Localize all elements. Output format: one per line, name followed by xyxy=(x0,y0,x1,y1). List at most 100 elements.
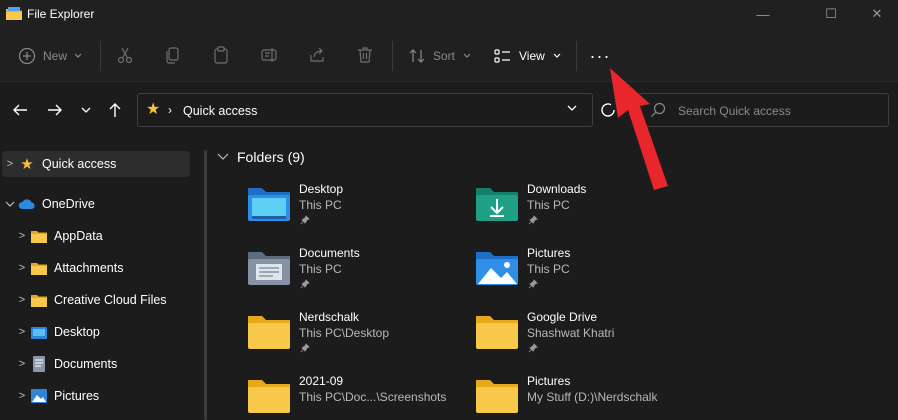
trash-icon xyxy=(358,47,372,63)
expand-chevron-icon[interactable]: > xyxy=(14,230,30,242)
title-bar: File Explorer — ☐ ✕ xyxy=(0,0,898,28)
search-input[interactable] xyxy=(678,102,878,120)
folder-name: Desktop xyxy=(299,182,344,196)
breadcrumb-chevron-icon: › xyxy=(168,103,172,117)
folder-name: Pictures xyxy=(527,246,571,260)
toolbar-separator xyxy=(576,41,577,71)
sidebar-item-label: OneDrive xyxy=(42,197,95,211)
toolbar-separator xyxy=(392,41,393,71)
chevron-down-icon xyxy=(553,53,561,58)
sidebar-item-appdata[interactable]: > AppData xyxy=(14,223,202,249)
folder-icon xyxy=(30,228,48,244)
delete-button[interactable] xyxy=(353,44,377,66)
chevron-down-icon xyxy=(74,53,82,58)
see-more-button[interactable]: ··· xyxy=(588,45,612,67)
sidebar-item-attachments[interactable]: > Attachments xyxy=(14,255,202,281)
search-icon xyxy=(651,102,666,117)
sort-button[interactable]: Sort xyxy=(409,45,471,67)
navigation-bar: ★ › Quick access xyxy=(0,82,898,138)
sidebar-item-label: AppData xyxy=(54,229,103,243)
expand-chevron-icon[interactable]: > xyxy=(14,358,30,370)
share-icon xyxy=(310,47,324,62)
add-circle-icon xyxy=(18,47,36,65)
expand-chevron-icon[interactable]: > xyxy=(2,158,18,170)
back-button[interactable] xyxy=(9,99,31,121)
sidebar-item-desktop[interactable]: > Desktop xyxy=(14,319,202,345)
navigation-pane: > ★ Quick access OneDrive > AppData > At… xyxy=(0,138,202,420)
window-title: File Explorer xyxy=(27,7,95,21)
folder-name: Nerdschalk xyxy=(299,310,360,324)
expand-chevron-icon[interactable]: > xyxy=(14,326,30,338)
folder-name: Downloads xyxy=(527,182,587,196)
share-button[interactable] xyxy=(305,44,329,66)
minimize-button[interactable]: — xyxy=(740,0,786,28)
sidebar-item-creative-cloud-files[interactable]: > Creative Cloud Files xyxy=(14,287,202,313)
sort-button-label: Sort xyxy=(433,49,456,63)
navigation-pane-scrollbar[interactable] xyxy=(204,150,207,420)
search-box[interactable] xyxy=(637,93,889,127)
folder-tile-desktop[interactable]: Desktop This PC xyxy=(212,138,432,225)
up-button[interactable] xyxy=(104,99,126,121)
copy-icon xyxy=(166,47,179,64)
toolbar-separator xyxy=(100,41,101,71)
more-options-icon: ··· xyxy=(589,45,611,66)
sidebar-item-label: Pictures xyxy=(54,389,100,403)
paste-button[interactable] xyxy=(209,44,233,66)
folder-icon xyxy=(248,380,290,413)
view-list-icon xyxy=(494,49,510,63)
folder-tile-pictures-d[interactable]: Pictures My Stuff (D:)\Nerdschalk xyxy=(440,330,660,413)
folder-icon xyxy=(30,260,48,276)
command-bar: New Sort View ··· xyxy=(0,28,898,82)
arrow-up-icon xyxy=(109,103,121,117)
content-pane: Folders (9) Desktop This PC Downloads Th… xyxy=(212,138,898,420)
sidebar-item-label: Attachments xyxy=(54,261,124,275)
arrow-left-icon xyxy=(13,104,27,116)
folder-location: This PC\Doc...\Screenshots xyxy=(299,390,447,404)
breadcrumb-quick-access[interactable]: Quick access xyxy=(183,104,257,118)
star-icon: ★ xyxy=(146,101,161,118)
folder-tile-2021-09[interactable]: 2021-09 This PC\Doc...\Screenshots xyxy=(212,330,446,413)
copy-button[interactable] xyxy=(161,44,185,66)
folder-tile-downloads[interactable]: Downloads This PC xyxy=(440,138,660,225)
arrow-right-icon xyxy=(48,104,62,116)
forward-button[interactable] xyxy=(44,99,66,121)
collapse-chevron-icon[interactable] xyxy=(2,199,18,209)
new-button-label: New xyxy=(43,49,68,63)
folder-tile-nerdschalk[interactable]: Nerdschalk This PC\Desktop xyxy=(212,266,432,353)
view-button-label: View xyxy=(519,49,545,63)
folder-icon xyxy=(30,292,48,308)
cloud-icon xyxy=(18,196,36,212)
sidebar-item-documents[interactable]: > Documents xyxy=(14,351,202,377)
sidebar-item-quick-access[interactable]: > ★ Quick access xyxy=(2,151,190,177)
maximize-button[interactable]: ☐ xyxy=(808,0,854,28)
folder-name: Pictures xyxy=(527,374,571,388)
close-button[interactable]: ✕ xyxy=(854,0,898,28)
folder-name: 2021-09 xyxy=(299,374,344,388)
rename-icon xyxy=(261,48,277,62)
rename-button[interactable] xyxy=(257,44,281,66)
sidebar-item-pictures[interactable]: > Pictures xyxy=(14,383,202,409)
view-button[interactable]: View xyxy=(494,45,561,67)
clipboard-icon xyxy=(214,46,228,64)
sidebar-item-label: Desktop xyxy=(54,325,100,339)
folder-name: Google Drive xyxy=(527,310,598,324)
address-history-chevron-icon[interactable] xyxy=(566,102,578,114)
expand-chevron-icon[interactable]: > xyxy=(14,294,30,306)
file-explorer-app-icon xyxy=(6,7,22,20)
folder-tile-pictures[interactable]: Pictures This PC xyxy=(440,202,660,289)
new-button[interactable]: New xyxy=(18,45,82,67)
chevron-down-icon xyxy=(463,53,471,58)
sidebar-item-onedrive[interactable]: OneDrive xyxy=(2,191,190,217)
folder-location: My Stuff (D:)\Nerdschalk xyxy=(527,390,658,404)
cut-button[interactable] xyxy=(113,44,137,66)
refresh-icon[interactable] xyxy=(598,100,618,120)
address-bar[interactable]: ★ › Quick access xyxy=(137,93,593,127)
expand-chevron-icon[interactable]: > xyxy=(14,262,30,274)
folder-tile-documents[interactable]: Documents This PC xyxy=(212,202,432,289)
scissors-icon xyxy=(117,47,133,64)
sort-icon xyxy=(409,49,425,63)
recent-locations-button[interactable] xyxy=(75,99,97,121)
expand-chevron-icon[interactable]: > xyxy=(14,390,30,402)
folder-tile-google-drive[interactable]: Google Drive Shashwat Khatri xyxy=(440,266,660,353)
sidebar-item-label: Quick access xyxy=(42,157,117,171)
